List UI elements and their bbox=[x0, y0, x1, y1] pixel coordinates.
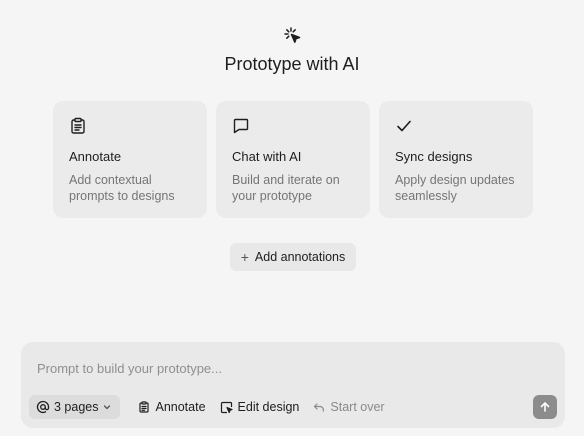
prototype-panel: Prototype with AI Annotate Add contextua… bbox=[0, 0, 584, 436]
card-description: Add contextual prompts to designs bbox=[69, 173, 175, 203]
annotate-label: Annotate bbox=[155, 400, 206, 414]
card-description: Apply design updates seamlessly bbox=[395, 173, 515, 203]
prompt-input[interactable] bbox=[37, 358, 537, 378]
start-over-button[interactable]: Start over bbox=[307, 395, 392, 419]
undo-icon bbox=[314, 403, 325, 412]
card-annotate[interactable]: Annotate Add contextual prompts to desig… bbox=[53, 101, 207, 218]
edit-cursor-icon bbox=[220, 401, 233, 413]
pages-selector[interactable]: 3 pages bbox=[29, 395, 121, 419]
start-over-label: Start over bbox=[330, 400, 385, 414]
sparkle-cursor-icon bbox=[284, 27, 301, 43]
clipboard-icon bbox=[71, 117, 85, 134]
card-sync-designs[interactable]: Sync designs Apply design updates seamle… bbox=[379, 101, 533, 218]
add-annotations-button[interactable]: + Add annotations bbox=[230, 243, 356, 271]
checkmark-icon bbox=[397, 120, 411, 132]
at-sign-icon bbox=[36, 400, 50, 414]
card-chat-with-ai[interactable]: Chat with AI Build and iterate on your p… bbox=[216, 101, 370, 218]
feature-cards: Annotate Add contextual prompts to desig… bbox=[53, 101, 533, 218]
card-description: Build and iterate on your prototype bbox=[232, 173, 340, 203]
chevron-down-icon bbox=[104, 405, 111, 410]
card-title: Annotate bbox=[69, 149, 122, 164]
edit-design-button[interactable]: Edit design bbox=[214, 395, 308, 419]
clipboard-icon bbox=[139, 401, 150, 413]
arrow-up-icon bbox=[540, 402, 550, 412]
annotate-button[interactable]: Annotate bbox=[132, 395, 213, 419]
add-annotations-label: Add annotations bbox=[254, 250, 346, 264]
pages-label: 3 pages bbox=[54, 400, 99, 414]
prompt-composer: 3 pages Annotate Edit design bbox=[21, 342, 565, 428]
edit-design-label: Edit design bbox=[237, 400, 300, 414]
card-title: Sync designs bbox=[395, 149, 473, 164]
plus-icon: + bbox=[240, 249, 249, 265]
chat-bubble-icon bbox=[233, 118, 249, 134]
composer-toolbar: 3 pages Annotate Edit design Start over bbox=[29, 395, 393, 419]
card-title: Chat with AI bbox=[232, 149, 302, 164]
send-button[interactable] bbox=[533, 395, 557, 419]
page-title: Prototype with AI bbox=[224, 54, 360, 74]
